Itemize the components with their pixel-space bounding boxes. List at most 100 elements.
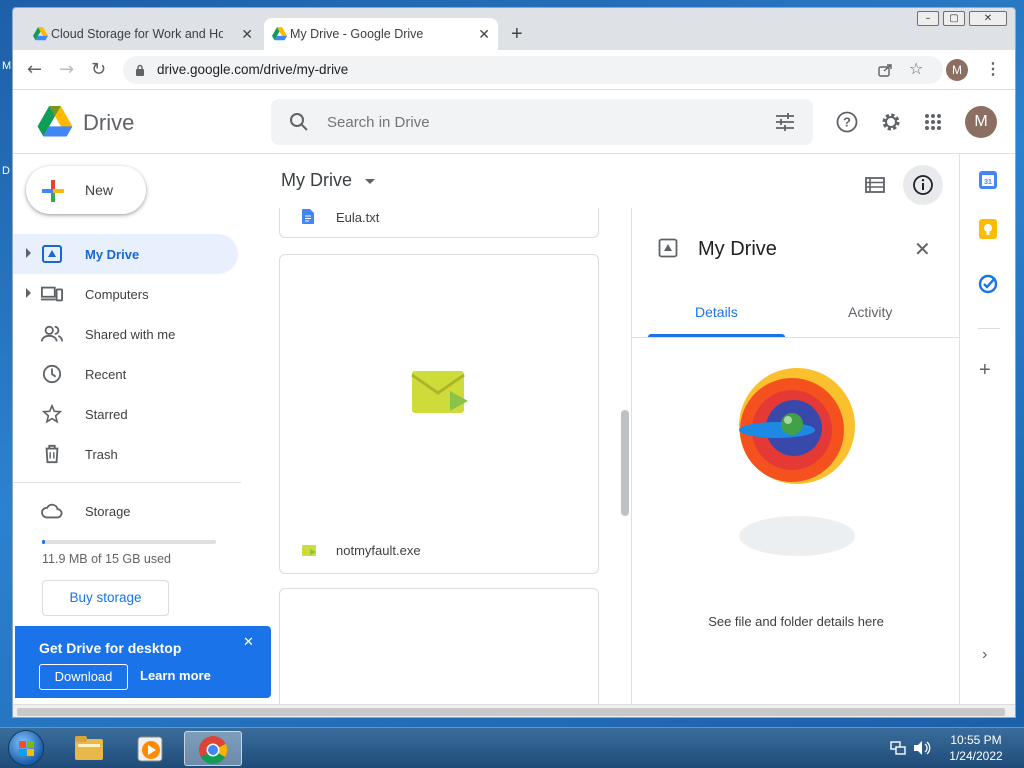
tab-cloud-storage[interactable]: Cloud Storage for Work and Hom ✕: [25, 18, 261, 50]
bookmark-star-icon[interactable]: ☆: [909, 59, 923, 78]
sidebar-item-computers[interactable]: Computers: [13, 274, 238, 314]
file-card[interactable]: notmyfault.exe: [279, 254, 599, 574]
new-tab-icon[interactable]: +: [511, 23, 523, 46]
file-card[interactable]: [279, 588, 599, 704]
storage-bar-fill: [42, 540, 45, 544]
trash-icon: [45, 444, 59, 464]
volume-icon[interactable]: [913, 740, 931, 756]
computers-icon: [41, 286, 63, 302]
apps-grid-icon[interactable]: [913, 102, 953, 142]
side-panel-rail: 31 + ›: [959, 154, 1015, 704]
close-details-icon[interactable]: ✕: [914, 237, 931, 261]
tab-activity[interactable]: Activity: [848, 304, 892, 320]
taskbar-chrome-button[interactable]: [184, 731, 242, 766]
tab-details[interactable]: Details: [695, 304, 738, 320]
file-card[interactable]: Eula.txt: [279, 208, 599, 238]
details-panel: My Drive ✕ Details Activity See file and…: [631, 208, 960, 704]
keep-icon[interactable]: [978, 218, 998, 240]
settings-gear-icon[interactable]: [871, 102, 911, 142]
search-input[interactable]: [327, 110, 727, 134]
expand-panel-chevron-icon[interactable]: ›: [982, 646, 987, 664]
search-icon[interactable]: [289, 112, 309, 132]
browser-toolbar: ← → ↻ drive.google.com/drive/my-drive ☆ …: [13, 50, 1015, 90]
forward-icon[interactable]: →: [59, 59, 74, 80]
product-name[interactable]: Drive: [83, 110, 134, 136]
help-icon[interactable]: ?: [827, 102, 867, 142]
file-name: Eula.txt: [336, 210, 380, 225]
calendar-icon[interactable]: 31: [978, 170, 998, 190]
share-icon[interactable]: [877, 62, 893, 78]
buy-storage-button[interactable]: Buy storage: [42, 580, 169, 616]
desktop-edge-text: M: [2, 60, 12, 72]
shared-icon: [41, 325, 63, 342]
close-tab-icon[interactable]: ✕: [241, 26, 253, 43]
new-label: New: [85, 182, 114, 198]
clock-time[interactable]: 10:55 PM: [940, 733, 1012, 747]
sidebar-item-label: Trash: [85, 447, 118, 462]
tab-title: Cloud Storage for Work and Hom: [51, 27, 223, 41]
svg-text:31: 31: [984, 179, 992, 186]
address-bar[interactable]: drive.google.com/drive/my-drive ☆: [123, 56, 943, 84]
desktop-promo: Get Drive for desktop ✕ Download Learn m…: [15, 626, 271, 698]
close-tab-icon[interactable]: ✕: [478, 26, 490, 43]
sidebar-item-trash[interactable]: Trash: [13, 434, 238, 474]
expand-caret-icon[interactable]: [26, 248, 31, 258]
list-view-icon[interactable]: [865, 176, 885, 194]
exe-thumbnail-icon: [411, 371, 468, 413]
drive-logo-icon: [272, 27, 287, 41]
svg-text:?: ?: [843, 115, 851, 130]
vertical-scrollbar[interactable]: [621, 410, 629, 516]
reload-icon[interactable]: ↻: [91, 59, 106, 80]
search-bar[interactable]: [271, 99, 813, 145]
clock-date[interactable]: 1/24/2022: [940, 749, 1012, 763]
add-addon-icon[interactable]: +: [979, 359, 991, 382]
drive-logo-icon: [33, 27, 48, 41]
sidebar: New My Drive Computers Shared with me Re…: [13, 154, 271, 704]
start-button[interactable]: [8, 730, 44, 766]
cloud-icon: [41, 503, 63, 519]
horizontal-scrollbar[interactable]: [13, 704, 1015, 717]
info-icon[interactable]: [903, 165, 943, 205]
sidebar-item-label: Storage: [85, 504, 131, 519]
my-drive-icon: [42, 245, 62, 263]
profile-avatar[interactable]: M: [946, 59, 968, 81]
browser-menu-icon[interactable]: ⋮: [985, 59, 1001, 79]
network-icon[interactable]: [890, 741, 906, 755]
new-button[interactable]: New: [26, 166, 146, 214]
tab-my-drive[interactable]: My Drive - Google Drive ✕: [264, 18, 498, 50]
sidebar-item-label: My Drive: [85, 247, 140, 262]
window-close-button[interactable]: ✕: [969, 11, 1007, 26]
expand-caret-icon[interactable]: [26, 288, 31, 298]
account-avatar[interactable]: M: [965, 106, 997, 138]
storage-bar: [42, 540, 216, 544]
exe-icon: [302, 545, 316, 556]
search-options-icon[interactable]: [775, 112, 795, 132]
breadcrumb[interactable]: My Drive: [281, 170, 376, 191]
back-icon[interactable]: ←: [27, 59, 42, 80]
url-text: drive.google.com/drive/my-drive: [157, 62, 349, 77]
folder-icon: [75, 736, 103, 760]
sidebar-item-recent[interactable]: Recent: [13, 354, 238, 394]
windows-logo-icon: [19, 741, 34, 756]
taskbar-media-player-button[interactable]: [122, 731, 180, 766]
sidebar-item-storage[interactable]: Storage: [13, 491, 238, 531]
divider: [978, 328, 1000, 329]
taskbar-explorer-button[interactable]: [60, 731, 118, 766]
sidebar-item-shared[interactable]: Shared with me: [13, 314, 238, 354]
maximize-button[interactable]: ▢: [943, 11, 965, 26]
learn-more-link[interactable]: Learn more: [140, 668, 211, 683]
minimize-button[interactable]: –: [917, 11, 939, 26]
drive-logo-icon[interactable]: [37, 106, 73, 138]
file-grid: Eula.txt notmyfault.exe: [271, 208, 631, 704]
sidebar-item-starred[interactable]: Starred: [13, 394, 238, 434]
close-promo-icon[interactable]: ✕: [243, 634, 254, 650]
sidebar-item-my-drive[interactable]: My Drive: [13, 234, 238, 274]
tasks-icon[interactable]: [978, 274, 998, 294]
divider: [632, 337, 960, 338]
tab-title: My Drive - Google Drive: [290, 27, 424, 41]
download-button[interactable]: Download: [39, 664, 128, 690]
desktop-edge-text: D: [2, 165, 10, 177]
plus-icon: [42, 180, 64, 202]
drive-header: Drive ? M: [13, 90, 1015, 154]
chrome-icon: [199, 736, 228, 764]
